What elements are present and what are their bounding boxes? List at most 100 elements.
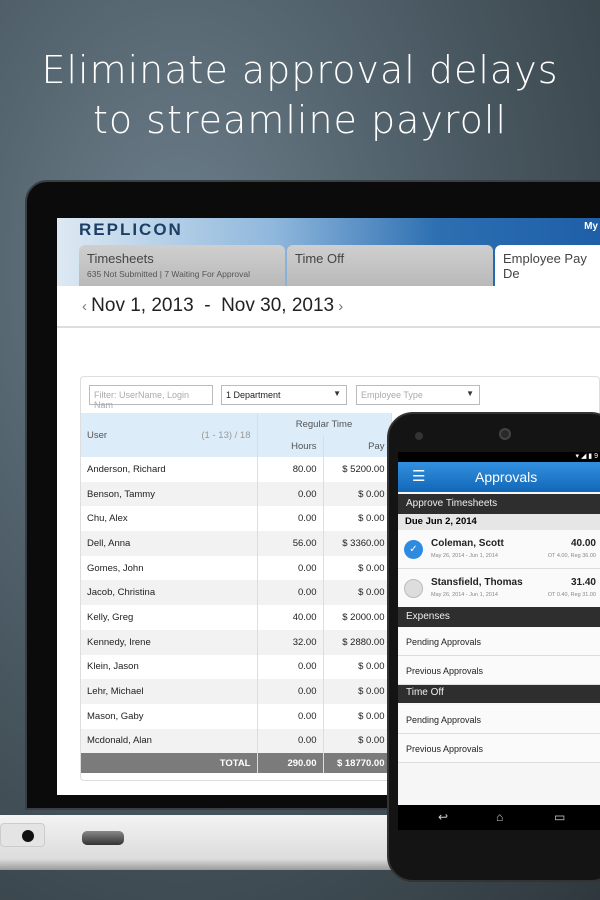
headline: Eliminate approval delays to streamline p… <box>0 45 600 145</box>
user-cell: Dell, Anna <box>81 531 258 556</box>
camera-icon <box>499 428 511 440</box>
user-header-label: User <box>87 429 108 441</box>
hours-header[interactable]: Hours <box>257 435 324 457</box>
hours-cell: 0.00 <box>257 481 324 507</box>
tab-time-off[interactable]: Time Off <box>287 245 493 286</box>
unchecked-circle-icon[interactable] <box>404 579 423 598</box>
pay-cell: $ 0.00 <box>323 506 392 532</box>
user-cell: Chu, Alex <box>81 506 258 532</box>
headline-line: Eliminate approval delays <box>41 48 559 92</box>
tab-employee-pay[interactable]: Employee Pay De <box>495 245 600 286</box>
expenses-previous-approvals[interactable]: Previous Approvals <box>398 656 600 685</box>
time-off-previous-approvals[interactable]: Previous Approvals <box>398 734 600 763</box>
table-row[interactable]: Mcdonald, Alan 0.00 $ 0.00 <box>81 728 392 754</box>
table-row[interactable]: Benson, Tammy 0.00 $ 0.00 <box>81 481 392 507</box>
waiting-approval: 7 Waiting For Approval <box>164 269 251 279</box>
prev-chevron-icon[interactable]: ‹ <box>82 298 91 315</box>
user-cell: Kelly, Greg <box>81 605 258 630</box>
date-range: Nov 1, 2013 - Nov 30, 2013 <box>91 295 335 316</box>
status-bar: ▾ ◢ ▮ 9 <box>398 452 600 462</box>
pay-table: User (1 - 13) / 18 Regular Time Hours Pay A… <box>81 413 392 774</box>
user-cell: Jacob, Christina <box>81 580 258 606</box>
table-row[interactable]: Klein, Jason 0.00 $ 0.00 <box>81 654 392 680</box>
due-date-header: Due Jun 2, 2014 <box>398 514 600 530</box>
expenses-pending-approvals[interactable]: Pending Approvals <box>398 627 600 656</box>
approve-timesheets-header: Approve Timesheets <box>398 494 600 514</box>
user-cell: Lehr, Michael <box>81 679 258 704</box>
total-hours: 290.00 <box>257 753 324 774</box>
tab-subtitle: 635 Not Submitted | 7 Waiting For Approv… <box>87 269 251 279</box>
total-label: TOTAL <box>81 753 258 774</box>
user-cell: Mcdonald, Alan <box>81 728 258 754</box>
hours-cell: 0.00 <box>257 728 324 754</box>
dropdown-icon: ▼ <box>466 389 474 398</box>
user-cell: Kennedy, Irene <box>81 629 258 655</box>
filter-input[interactable]: Filter: UserName, Login Nam <box>89 385 213 410</box>
tab-timesheets[interactable]: Timesheets 635 Not Submitted | 7 Waiting … <box>79 245 285 286</box>
slot-icon <box>82 831 124 845</box>
checked-circle-icon[interactable]: ✓ <box>404 540 423 559</box>
table-row[interactable]: Kennedy, Irene 32.00 $ 2880.00 <box>81 629 392 655</box>
menu-icon[interactable]: ☰ <box>412 467 425 485</box>
period-dates: May 26, 2014 - Jun 1, 2014 <box>431 553 498 559</box>
time-off-header: Time Off <box>398 685 600 703</box>
user-header[interactable]: User (1 - 13) / 18 <box>81 413 258 457</box>
pay-cell: $ 0.00 <box>323 580 392 606</box>
top-bar: REPLICON My Timesheets 635 Not Submitted … <box>57 218 600 286</box>
recents-icon[interactable]: ▭ <box>554 810 565 824</box>
hours-cell: 40.00 <box>257 605 324 630</box>
hours-breakdown: OT 4.00, Reg 36.00 <box>547 553 596 559</box>
table-row[interactable]: Kelly, Greg 40.00 $ 2000.00 <box>81 605 392 630</box>
employee-name: Stansfield, Thomas <box>431 577 523 588</box>
tab-label: Time Off <box>295 251 345 266</box>
pay-cell: $ 0.00 <box>323 728 392 754</box>
hours-cell: 0.00 <box>257 555 324 581</box>
table-row[interactable]: Mason, Gaby 0.00 $ 0.00 <box>81 703 392 729</box>
hours-cell: 0.00 <box>257 679 324 704</box>
headline-line: to streamline payroll <box>92 98 508 142</box>
employee-type-select[interactable]: Employee Type ▼ <box>356 385 480 405</box>
hours-cell: 0.00 <box>257 703 324 729</box>
table-row[interactable]: Chu, Alex 0.00 $ 0.00 <box>81 506 392 532</box>
pay-cell: $ 0.00 <box>323 555 392 581</box>
table-row[interactable]: Gomes, John 0.00 $ 0.00 <box>81 555 392 581</box>
not-submitted: 635 Not Submitted <box>87 269 158 279</box>
pay-cell: $ 3360.00 <box>323 531 392 556</box>
time-off-pending-approvals[interactable]: Pending Approvals <box>398 705 600 734</box>
table-row[interactable]: Dell, Anna 56.00 $ 3360.00 <box>81 531 392 556</box>
hours-cell: 0.00 <box>257 654 324 680</box>
user-cell: Gomes, John <box>81 555 258 581</box>
android-nav-bar: ↩ ⌂ ▭ <box>398 805 600 830</box>
table-row[interactable]: Lehr, Michael 0.00 $ 0.00 <box>81 679 392 704</box>
employee-name: Coleman, Scott <box>431 538 504 549</box>
replicon-logo: REPLICON <box>79 220 183 239</box>
hours-breakdown: OT 0.40, Reg 31.00 <box>547 592 596 598</box>
hours-cell: 80.00 <box>257 457 324 482</box>
period-dates: May 26, 2014 - Jun 1, 2014 <box>431 592 498 598</box>
mobile-screen: ▾ ◢ ▮ 9 ☰ Approvals Approve Timesheets D… <box>398 452 600 805</box>
next-chevron-icon[interactable]: › <box>334 298 343 315</box>
timesheet-approval-item[interactable]: Stansfield, Thomas May 26, 2014 - Jun 1, … <box>398 569 600 608</box>
table-row[interactable]: Jacob, Christina 0.00 $ 0.00 <box>81 580 392 606</box>
total-row: TOTAL 290.00 $ 18770.00 <box>81 753 392 774</box>
back-icon[interactable]: ↩ <box>438 810 448 824</box>
app-bar: ☰ Approvals <box>398 462 600 492</box>
employee-type-value: Employee Type <box>361 390 423 400</box>
audio-jack-icon <box>22 830 34 842</box>
pay-cell: $ 0.00 <box>323 481 392 507</box>
table-row[interactable]: Anderson, Richard 80.00 $ 5200.00 <box>81 457 392 482</box>
user-cell: Benson, Tammy <box>81 481 258 507</box>
hours-cell: 32.00 <box>257 629 324 655</box>
hours-cell: 0.00 <box>257 580 324 606</box>
app-title: Approvals <box>475 469 538 485</box>
my-menu[interactable]: My <box>584 221 598 232</box>
user-cell: Mason, Gaby <box>81 703 258 729</box>
user-cell: Anderson, Richard <box>81 457 258 482</box>
regular-time-header: Regular Time <box>257 413 392 435</box>
range-label: (1 - 13) / 18 <box>201 429 251 441</box>
pay-cell: $ 2880.00 <box>323 629 392 655</box>
timesheet-approval-item[interactable]: ✓ Coleman, Scott May 26, 2014 - Jun 1, 201… <box>398 530 600 569</box>
home-icon[interactable]: ⌂ <box>496 810 503 824</box>
pay-header[interactable]: Pay <box>323 435 392 457</box>
department-select[interactable]: 1 Department ▼ <box>221 385 347 405</box>
